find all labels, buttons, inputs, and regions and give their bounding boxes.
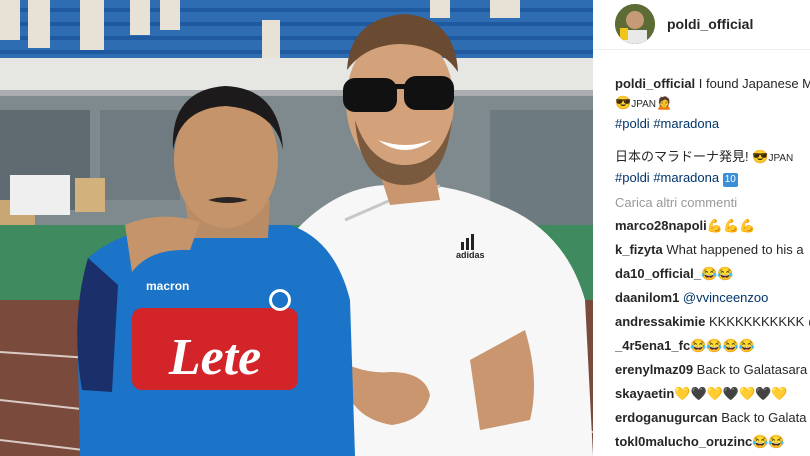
photo-image: adidas Lete macron [0, 0, 593, 456]
comment-username[interactable]: erdoganugurcan [615, 410, 718, 425]
load-more-comments[interactable]: Carica altri commenti [615, 193, 810, 212]
comment-row: skayaetin 💛🖤💛🖤💛🖤💛 [615, 384, 810, 408]
caption-username[interactable]: poldi_official [615, 76, 695, 91]
comments-panel: poldi_official poldi_official I found Ja… [593, 0, 810, 456]
post-header: poldi_official [593, 0, 810, 50]
shirt-brand-text: adidas [456, 250, 485, 260]
comment-emojis: 😂😂😂😂 [690, 338, 755, 353]
comments-body: poldi_official I found Japanese M 😎JPAN🙍… [615, 74, 810, 456]
second-hashtags: #poldi #maradona 10 [615, 168, 810, 187]
keycap-ten-icon: 10 [722, 173, 738, 187]
caption-hashtags: #poldi #maradona [615, 114, 810, 133]
comment-username[interactable]: skayaetin [615, 386, 674, 401]
comment-emojis: 💛🖤💛🖤💛🖤💛 [674, 386, 788, 401]
comment-row: _4r5ena1_fc 😂😂😂😂 [615, 336, 810, 360]
comment-row: andressakimie KKKKKKKKKKK @ [615, 312, 810, 336]
comment-username[interactable]: k_fizyta [615, 242, 663, 257]
sunglasses-emoji-icon: 😎 [752, 149, 769, 164]
caption-line: poldi_official I found Japanese M [615, 74, 810, 93]
sunglasses-emoji-icon: 😎 [615, 95, 632, 110]
comment-list: marco28napoli 💪💪💪 k_fizyta What happened … [615, 216, 810, 456]
jersey-sponsor-text: Lete [168, 329, 261, 386]
comment-row: da10_official_ 😂😂 [615, 264, 810, 288]
second-suffix: JPAN [768, 153, 794, 164]
hashtag-maradona[interactable]: #maradona [653, 116, 719, 131]
caption-text: I found Japanese M [698, 76, 810, 91]
comment-text: Back to Galatasara [693, 362, 808, 377]
second-text: 日本のマラドーナ発見! [615, 149, 749, 164]
comment-username[interactable]: _4r5ena1_fc [615, 338, 690, 353]
person-emoji-icon: 🙍 [656, 95, 673, 110]
second-caption-line: 日本のマラドーナ発見! 😎JPAN [615, 147, 810, 168]
caption-line2-text: JPAN [631, 99, 657, 110]
comment-username[interactable]: marco28napoli [615, 218, 707, 233]
comment-row: erenylmaz09 Back to Galatasara [615, 360, 810, 384]
comment-emojis: 😂😂 [752, 434, 785, 449]
caption-line-2: 😎JPAN🙍 [615, 93, 810, 114]
comment-row: tokl0malucho_oruzinc 😂😂 [615, 432, 810, 456]
comment-username[interactable]: daanilom1 [615, 290, 679, 305]
jersey-brand-text: macron [146, 279, 189, 293]
comment-text: Back to Galata [717, 410, 807, 425]
hashtag-maradona-2[interactable]: #maradona [653, 170, 719, 185]
comment-username[interactable]: erenylmaz09 [615, 362, 693, 377]
comment-text: What happened to his a [662, 242, 804, 257]
header-username[interactable]: poldi_official [667, 16, 753, 32]
hashtag-poldi-2[interactable]: #poldi [615, 170, 650, 185]
comment-username[interactable]: da10_official_ [615, 266, 701, 281]
comment-row: daanilom1 @vvinceenzoo [615, 288, 810, 312]
avatar-image [615, 4, 655, 44]
comment-emojis: 💪💪💪 [706, 218, 756, 233]
comment-username[interactable]: andressakimie [615, 314, 705, 329]
avatar[interactable] [615, 4, 655, 44]
comment-text: KKKKKKKKKKK @ [705, 314, 810, 329]
post-photo[interactable]: adidas Lete macron [0, 0, 593, 456]
comment-emojis: 😂😂 [701, 266, 734, 281]
comment-row: erdoganugurcan Back to Galata [615, 408, 810, 432]
comment-mention[interactable]: @vvinceenzoo [679, 290, 768, 305]
comment-username[interactable]: tokl0malucho_oruzinc [615, 434, 752, 449]
hashtag-poldi[interactable]: #poldi [615, 116, 650, 131]
comment-row: k_fizyta What happened to his a [615, 240, 810, 264]
comment-row: marco28napoli 💪💪💪 [615, 216, 810, 240]
